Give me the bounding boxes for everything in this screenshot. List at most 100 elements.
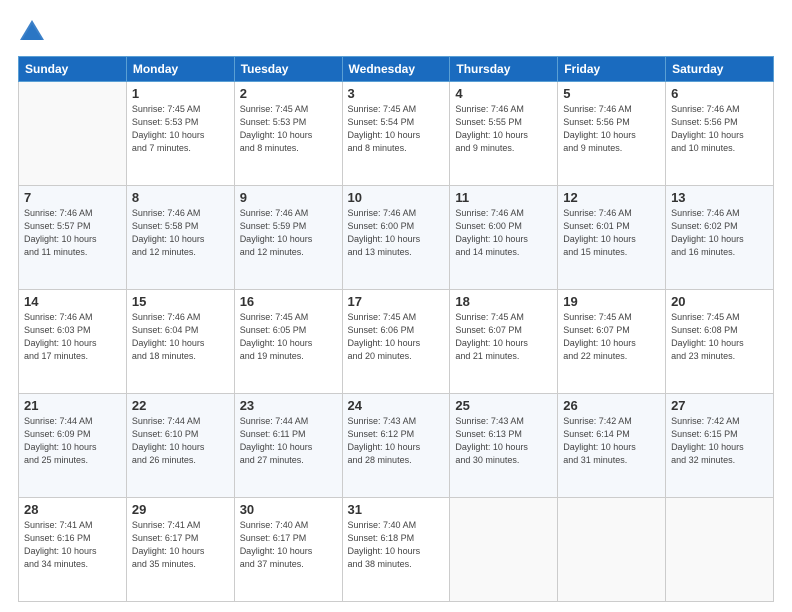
- weekday-header-tuesday: Tuesday: [234, 57, 342, 82]
- day-info: Sunrise: 7:46 AM Sunset: 5:58 PM Dayligh…: [132, 207, 229, 259]
- calendar-cell: 10 Sunrise: 7:46 AM Sunset: 6:00 PM Dayli…: [342, 186, 450, 290]
- calendar-cell: [558, 498, 666, 602]
- calendar-table: SundayMondayTuesdayWednesdayThursdayFrid…: [18, 56, 774, 602]
- day-info: Sunrise: 7:46 AM Sunset: 5:59 PM Dayligh…: [240, 207, 337, 259]
- day-info: Sunrise: 7:46 AM Sunset: 5:56 PM Dayligh…: [671, 103, 768, 155]
- day-number: 2: [240, 86, 337, 101]
- calendar-cell: 8 Sunrise: 7:46 AM Sunset: 5:58 PM Daylig…: [126, 186, 234, 290]
- day-info: Sunrise: 7:42 AM Sunset: 6:15 PM Dayligh…: [671, 415, 768, 467]
- calendar-cell: [666, 498, 774, 602]
- calendar-week-3: 14 Sunrise: 7:46 AM Sunset: 6:03 PM Dayli…: [19, 290, 774, 394]
- calendar-cell: 31Sunrise: 7:40 AM Sunset: 6:18 PM Dayli…: [342, 498, 450, 602]
- calendar-cell: 23 Sunrise: 7:44 AM Sunset: 6:11 PM Dayli…: [234, 394, 342, 498]
- day-number: 21: [24, 398, 121, 413]
- calendar-cell: 13 Sunrise: 7:46 AM Sunset: 6:02 PM Dayli…: [666, 186, 774, 290]
- day-number: 14: [24, 294, 121, 309]
- calendar-cell: [19, 82, 127, 186]
- calendar-cell: 21 Sunrise: 7:44 AM Sunset: 6:09 PM Dayli…: [19, 394, 127, 498]
- calendar-page: SundayMondayTuesdayWednesdayThursdayFrid…: [0, 0, 792, 612]
- day-info: Sunrise: 7:46 AM Sunset: 6:01 PM Dayligh…: [563, 207, 660, 259]
- day-number: 13: [671, 190, 768, 205]
- day-info: Sunrise: 7:41 AM Sunset: 6:16 PM Dayligh…: [24, 519, 121, 571]
- day-info: Sunrise: 7:43 AM Sunset: 6:13 PM Dayligh…: [455, 415, 552, 467]
- calendar-cell: 16 Sunrise: 7:45 AM Sunset: 6:05 PM Dayli…: [234, 290, 342, 394]
- day-number: 17: [348, 294, 445, 309]
- day-info: Sunrise: 7:45 AM Sunset: 6:07 PM Dayligh…: [455, 311, 552, 363]
- day-info: Sunrise: 7:46 AM Sunset: 6:00 PM Dayligh…: [455, 207, 552, 259]
- calendar-cell: 7 Sunrise: 7:46 AM Sunset: 5:57 PM Daylig…: [19, 186, 127, 290]
- logo: [18, 18, 50, 46]
- day-number: 23: [240, 398, 337, 413]
- calendar-cell: 1Sunrise: 7:45 AM Sunset: 5:53 PM Daylig…: [126, 82, 234, 186]
- day-number: 3: [348, 86, 445, 101]
- day-info: Sunrise: 7:45 AM Sunset: 5:53 PM Dayligh…: [240, 103, 337, 155]
- day-info: Sunrise: 7:45 AM Sunset: 6:05 PM Dayligh…: [240, 311, 337, 363]
- day-info: Sunrise: 7:40 AM Sunset: 6:17 PM Dayligh…: [240, 519, 337, 571]
- calendar-cell: 30 Sunrise: 7:40 AM Sunset: 6:17 PM Dayli…: [234, 498, 342, 602]
- weekday-header-saturday: Saturday: [666, 57, 774, 82]
- calendar-cell: 19Sunrise: 7:45 AM Sunset: 6:07 PM Dayli…: [558, 290, 666, 394]
- day-number: 8: [132, 190, 229, 205]
- weekday-header-row: SundayMondayTuesdayWednesdayThursdayFrid…: [19, 57, 774, 82]
- day-info: Sunrise: 7:44 AM Sunset: 6:09 PM Dayligh…: [24, 415, 121, 467]
- calendar-week-1: 1 Sunrise: 7:45 AM Sunset: 5:53 PM Daylig…: [19, 82, 774, 186]
- calendar-cell: [450, 498, 558, 602]
- calendar-cell: 9 Sunrise: 7:46 AM Sunset: 5:59 PM Daylig…: [234, 186, 342, 290]
- day-number: 9: [240, 190, 337, 205]
- day-info: Sunrise: 7:45 AM Sunset: 6:08 PM Dayligh…: [671, 311, 768, 363]
- weekday-header-thursday: Thursday: [450, 57, 558, 82]
- day-number: 18: [455, 294, 552, 309]
- day-info: Sunrise: 7:46 AM Sunset: 6:03 PM Dayligh…: [24, 311, 121, 363]
- day-info: Sunrise: 7:46 AM Sunset: 5:56 PM Dayligh…: [563, 103, 660, 155]
- day-info: Sunrise: 7:46 AM Sunset: 6:02 PM Dayligh…: [671, 207, 768, 259]
- day-number: 30: [240, 502, 337, 517]
- calendar-week-2: 7 Sunrise: 7:46 AM Sunset: 5:57 PM Daylig…: [19, 186, 774, 290]
- day-number: 26: [563, 398, 660, 413]
- day-number: 12: [563, 190, 660, 205]
- weekday-header-monday: Monday: [126, 57, 234, 82]
- day-number: 16: [240, 294, 337, 309]
- logo-icon: [18, 18, 46, 46]
- day-number: 1: [132, 86, 229, 101]
- day-number: 27: [671, 398, 768, 413]
- calendar-cell: 18 Sunrise: 7:45 AM Sunset: 6:07 PM Dayli…: [450, 290, 558, 394]
- day-number: 19: [563, 294, 660, 309]
- day-number: 20: [671, 294, 768, 309]
- calendar-cell: 28 Sunrise: 7:41 AM Sunset: 6:16 PM Dayli…: [19, 498, 127, 602]
- day-info: Sunrise: 7:41 AM Sunset: 6:17 PM Dayligh…: [132, 519, 229, 571]
- day-number: 4: [455, 86, 552, 101]
- calendar-cell: 26Sunrise: 7:42 AM Sunset: 6:14 PM Dayli…: [558, 394, 666, 498]
- day-info: Sunrise: 7:45 AM Sunset: 6:06 PM Dayligh…: [348, 311, 445, 363]
- day-info: Sunrise: 7:44 AM Sunset: 6:10 PM Dayligh…: [132, 415, 229, 467]
- calendar-cell: 15Sunrise: 7:46 AM Sunset: 6:04 PM Dayli…: [126, 290, 234, 394]
- calendar-cell: 29 Sunrise: 7:41 AM Sunset: 6:17 PM Dayli…: [126, 498, 234, 602]
- day-number: 29: [132, 502, 229, 517]
- day-info: Sunrise: 7:44 AM Sunset: 6:11 PM Dayligh…: [240, 415, 337, 467]
- day-number: 25: [455, 398, 552, 413]
- day-number: 6: [671, 86, 768, 101]
- day-number: 15: [132, 294, 229, 309]
- calendar-cell: 24 Sunrise: 7:43 AM Sunset: 6:12 PM Dayli…: [342, 394, 450, 498]
- calendar-cell: 25 Sunrise: 7:43 AM Sunset: 6:13 PM Dayli…: [450, 394, 558, 498]
- calendar-cell: 12 Sunrise: 7:46 AM Sunset: 6:01 PM Dayli…: [558, 186, 666, 290]
- day-info: Sunrise: 7:46 AM Sunset: 6:00 PM Dayligh…: [348, 207, 445, 259]
- weekday-header-wednesday: Wednesday: [342, 57, 450, 82]
- header: [18, 18, 774, 46]
- day-number: 28: [24, 502, 121, 517]
- day-number: 24: [348, 398, 445, 413]
- calendar-cell: 17 Sunrise: 7:45 AM Sunset: 6:06 PM Dayli…: [342, 290, 450, 394]
- weekday-header-friday: Friday: [558, 57, 666, 82]
- calendar-cell: 14 Sunrise: 7:46 AM Sunset: 6:03 PM Dayli…: [19, 290, 127, 394]
- day-number: 7: [24, 190, 121, 205]
- day-info: Sunrise: 7:45 AM Sunset: 5:54 PM Dayligh…: [348, 103, 445, 155]
- day-number: 22: [132, 398, 229, 413]
- calendar-cell: 11Sunrise: 7:46 AM Sunset: 6:00 PM Dayli…: [450, 186, 558, 290]
- day-info: Sunrise: 7:46 AM Sunset: 5:57 PM Dayligh…: [24, 207, 121, 259]
- day-number: 10: [348, 190, 445, 205]
- calendar-cell: 2 Sunrise: 7:45 AM Sunset: 5:53 PM Daylig…: [234, 82, 342, 186]
- day-number: 5: [563, 86, 660, 101]
- calendar-cell: 4 Sunrise: 7:46 AM Sunset: 5:55 PM Daylig…: [450, 82, 558, 186]
- calendar-week-4: 21 Sunrise: 7:44 AM Sunset: 6:09 PM Dayli…: [19, 394, 774, 498]
- day-info: Sunrise: 7:43 AM Sunset: 6:12 PM Dayligh…: [348, 415, 445, 467]
- day-info: Sunrise: 7:46 AM Sunset: 5:55 PM Dayligh…: [455, 103, 552, 155]
